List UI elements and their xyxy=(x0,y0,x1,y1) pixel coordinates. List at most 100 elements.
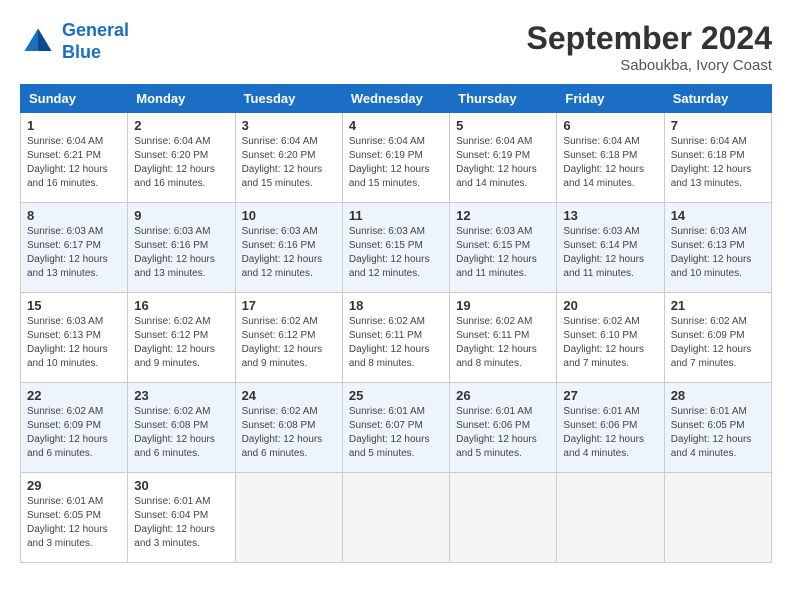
table-row: 16 Sunrise: 6:02 AM Sunset: 6:12 PM Dayl… xyxy=(128,293,235,383)
day-number: 12 xyxy=(456,208,550,223)
day-number: 11 xyxy=(349,208,443,223)
day-number: 17 xyxy=(242,298,336,313)
day-info: Sunrise: 6:02 AM Sunset: 6:12 PM Dayligh… xyxy=(242,315,336,371)
day-number: 20 xyxy=(563,298,657,313)
table-row: 4 Sunrise: 6:04 AM Sunset: 6:19 PM Dayli… xyxy=(342,113,449,203)
day-number: 21 xyxy=(671,298,765,313)
day-info: Sunrise: 6:01 AM Sunset: 6:06 PM Dayligh… xyxy=(563,405,657,461)
day-info: Sunrise: 6:04 AM Sunset: 6:19 PM Dayligh… xyxy=(349,135,443,191)
day-number: 22 xyxy=(27,388,121,403)
day-number: 9 xyxy=(134,208,228,223)
table-row: 9 Sunrise: 6:03 AM Sunset: 6:16 PM Dayli… xyxy=(128,203,235,293)
calendar-row: 1 Sunrise: 6:04 AM Sunset: 6:21 PM Dayli… xyxy=(21,113,772,203)
logo-icon xyxy=(20,24,56,60)
calendar-row: 8 Sunrise: 6:03 AM Sunset: 6:17 PM Dayli… xyxy=(21,203,772,293)
table-row: 29 Sunrise: 6:01 AM Sunset: 6:05 PM Dayl… xyxy=(21,473,128,563)
day-info: Sunrise: 6:02 AM Sunset: 6:11 PM Dayligh… xyxy=(349,315,443,371)
day-info: Sunrise: 6:02 AM Sunset: 6:12 PM Dayligh… xyxy=(134,315,228,371)
day-info: Sunrise: 6:04 AM Sunset: 6:21 PM Dayligh… xyxy=(27,135,121,191)
calendar: Sunday Monday Tuesday Wednesday Thursday… xyxy=(20,84,772,563)
header-friday: Friday xyxy=(557,85,664,113)
table-row: 22 Sunrise: 6:02 AM Sunset: 6:09 PM Dayl… xyxy=(21,383,128,473)
day-number: 8 xyxy=(27,208,121,223)
table-row: 21 Sunrise: 6:02 AM Sunset: 6:09 PM Dayl… xyxy=(664,293,771,383)
day-info: Sunrise: 6:03 AM Sunset: 6:15 PM Dayligh… xyxy=(349,225,443,281)
day-number: 5 xyxy=(456,118,550,133)
table-row: 30 Sunrise: 6:01 AM Sunset: 6:04 PM Dayl… xyxy=(128,473,235,563)
day-number: 6 xyxy=(563,118,657,133)
day-info: Sunrise: 6:02 AM Sunset: 6:08 PM Dayligh… xyxy=(242,405,336,461)
day-number: 3 xyxy=(242,118,336,133)
page-header: General Blue September 2024 Saboukba, Iv… xyxy=(20,20,772,74)
logo: General Blue xyxy=(20,20,129,63)
table-row: 8 Sunrise: 6:03 AM Sunset: 6:17 PM Dayli… xyxy=(21,203,128,293)
day-info: Sunrise: 6:01 AM Sunset: 6:05 PM Dayligh… xyxy=(27,495,121,551)
logo-line2: Blue xyxy=(62,42,101,62)
day-number: 25 xyxy=(349,388,443,403)
day-number: 28 xyxy=(671,388,765,403)
day-info: Sunrise: 6:03 AM Sunset: 6:13 PM Dayligh… xyxy=(27,315,121,371)
calendar-row: 15 Sunrise: 6:03 AM Sunset: 6:13 PM Dayl… xyxy=(21,293,772,383)
day-info: Sunrise: 6:04 AM Sunset: 6:19 PM Dayligh… xyxy=(456,135,550,191)
day-number: 13 xyxy=(563,208,657,223)
table-row: 11 Sunrise: 6:03 AM Sunset: 6:15 PM Dayl… xyxy=(342,203,449,293)
table-row xyxy=(342,473,449,563)
day-number: 30 xyxy=(134,478,228,493)
table-row: 7 Sunrise: 6:04 AM Sunset: 6:18 PM Dayli… xyxy=(664,113,771,203)
table-row: 26 Sunrise: 6:01 AM Sunset: 6:06 PM Dayl… xyxy=(450,383,557,473)
day-info: Sunrise: 6:01 AM Sunset: 6:05 PM Dayligh… xyxy=(671,405,765,461)
day-number: 1 xyxy=(27,118,121,133)
day-info: Sunrise: 6:04 AM Sunset: 6:20 PM Dayligh… xyxy=(242,135,336,191)
title-block: September 2024 Saboukba, Ivory Coast xyxy=(527,20,772,74)
logo-line1: General xyxy=(62,20,129,40)
day-number: 26 xyxy=(456,388,550,403)
table-row: 25 Sunrise: 6:01 AM Sunset: 6:07 PM Dayl… xyxy=(342,383,449,473)
header-thursday: Thursday xyxy=(450,85,557,113)
day-info: Sunrise: 6:04 AM Sunset: 6:20 PM Dayligh… xyxy=(134,135,228,191)
table-row: 23 Sunrise: 6:02 AM Sunset: 6:08 PM Dayl… xyxy=(128,383,235,473)
day-number: 7 xyxy=(671,118,765,133)
day-info: Sunrise: 6:04 AM Sunset: 6:18 PM Dayligh… xyxy=(563,135,657,191)
day-number: 2 xyxy=(134,118,228,133)
day-number: 24 xyxy=(242,388,336,403)
day-info: Sunrise: 6:02 AM Sunset: 6:09 PM Dayligh… xyxy=(27,405,121,461)
day-info: Sunrise: 6:03 AM Sunset: 6:14 PM Dayligh… xyxy=(563,225,657,281)
day-number: 14 xyxy=(671,208,765,223)
day-number: 4 xyxy=(349,118,443,133)
table-row: 2 Sunrise: 6:04 AM Sunset: 6:20 PM Dayli… xyxy=(128,113,235,203)
header-tuesday: Tuesday xyxy=(235,85,342,113)
day-info: Sunrise: 6:03 AM Sunset: 6:16 PM Dayligh… xyxy=(134,225,228,281)
day-number: 23 xyxy=(134,388,228,403)
table-row: 24 Sunrise: 6:02 AM Sunset: 6:08 PM Dayl… xyxy=(235,383,342,473)
table-row xyxy=(450,473,557,563)
day-info: Sunrise: 6:03 AM Sunset: 6:15 PM Dayligh… xyxy=(456,225,550,281)
table-row: 27 Sunrise: 6:01 AM Sunset: 6:06 PM Dayl… xyxy=(557,383,664,473)
header-monday: Monday xyxy=(128,85,235,113)
calendar-row: 22 Sunrise: 6:02 AM Sunset: 6:09 PM Dayl… xyxy=(21,383,772,473)
day-number: 15 xyxy=(27,298,121,313)
day-info: Sunrise: 6:03 AM Sunset: 6:17 PM Dayligh… xyxy=(27,225,121,281)
table-row xyxy=(557,473,664,563)
table-row: 1 Sunrise: 6:04 AM Sunset: 6:21 PM Dayli… xyxy=(21,113,128,203)
table-row: 17 Sunrise: 6:02 AM Sunset: 6:12 PM Dayl… xyxy=(235,293,342,383)
table-row xyxy=(235,473,342,563)
day-info: Sunrise: 6:02 AM Sunset: 6:08 PM Dayligh… xyxy=(134,405,228,461)
header-wednesday: Wednesday xyxy=(342,85,449,113)
table-row: 14 Sunrise: 6:03 AM Sunset: 6:13 PM Dayl… xyxy=(664,203,771,293)
day-info: Sunrise: 6:03 AM Sunset: 6:16 PM Dayligh… xyxy=(242,225,336,281)
day-info: Sunrise: 6:01 AM Sunset: 6:07 PM Dayligh… xyxy=(349,405,443,461)
table-row: 15 Sunrise: 6:03 AM Sunset: 6:13 PM Dayl… xyxy=(21,293,128,383)
day-number: 18 xyxy=(349,298,443,313)
table-row: 18 Sunrise: 6:02 AM Sunset: 6:11 PM Dayl… xyxy=(342,293,449,383)
day-number: 16 xyxy=(134,298,228,313)
header-sunday: Sunday xyxy=(21,85,128,113)
logo-text: General Blue xyxy=(62,20,129,63)
day-info: Sunrise: 6:01 AM Sunset: 6:06 PM Dayligh… xyxy=(456,405,550,461)
day-info: Sunrise: 6:01 AM Sunset: 6:04 PM Dayligh… xyxy=(134,495,228,551)
month-year: September 2024 xyxy=(527,20,772,57)
table-row: 28 Sunrise: 6:01 AM Sunset: 6:05 PM Dayl… xyxy=(664,383,771,473)
day-info: Sunrise: 6:02 AM Sunset: 6:11 PM Dayligh… xyxy=(456,315,550,371)
day-info: Sunrise: 6:02 AM Sunset: 6:09 PM Dayligh… xyxy=(671,315,765,371)
day-number: 19 xyxy=(456,298,550,313)
calendar-row: 29 Sunrise: 6:01 AM Sunset: 6:05 PM Dayl… xyxy=(21,473,772,563)
